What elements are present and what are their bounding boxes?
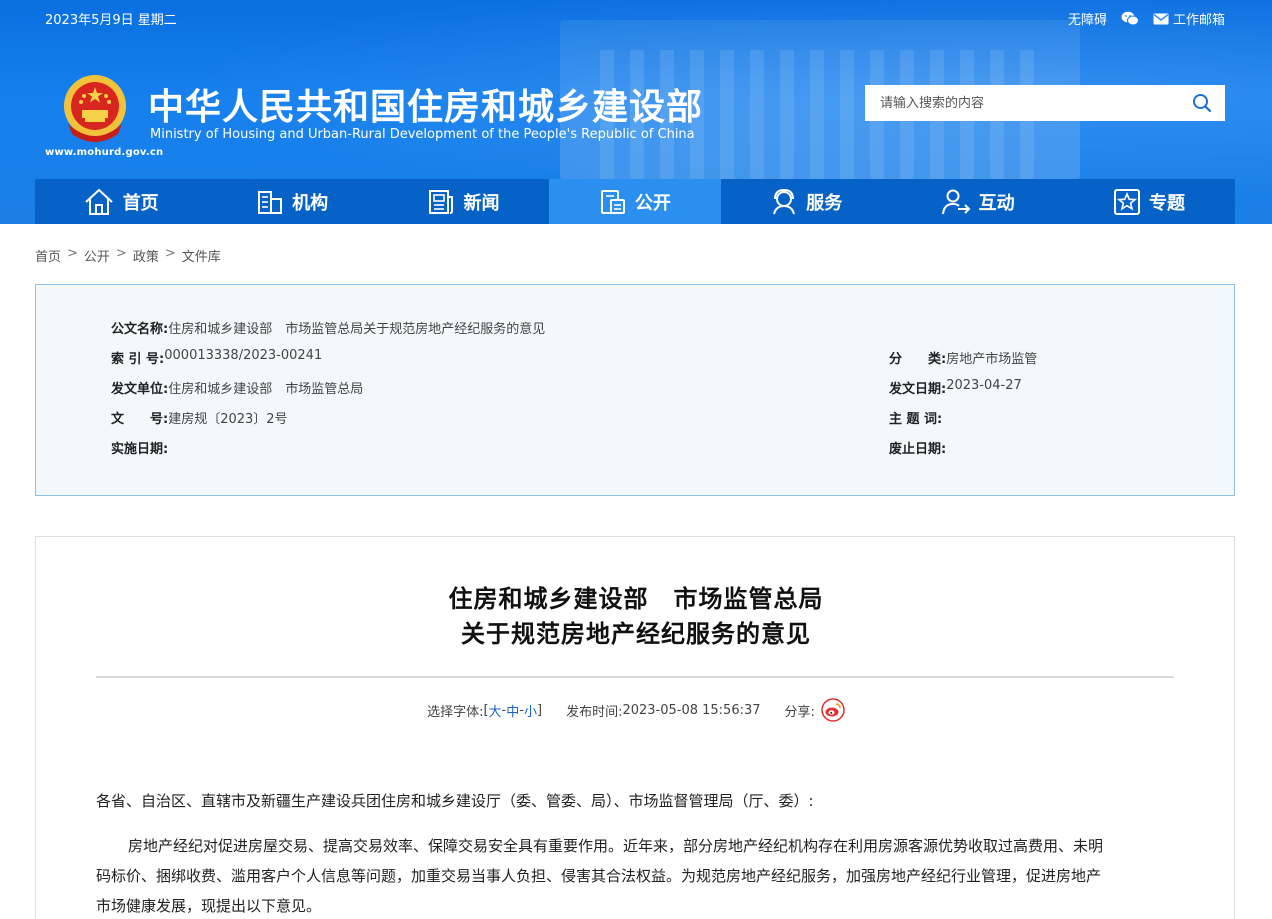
- site-header: 2023年5月9日 星期二 无障碍 工作邮箱 www.mohurd.gov.cn: [0, 0, 1272, 224]
- nav-organization-label: 机构: [292, 192, 329, 214]
- search-input[interactable]: [865, 86, 1179, 120]
- breadcrumb-public[interactable]: 公开: [84, 246, 110, 265]
- nav-special-topics[interactable]: 专题: [1063, 179, 1234, 224]
- wechat-link[interactable]: [1121, 11, 1139, 26]
- info-value: 000013338/2023-00241: [164, 348, 323, 363]
- info-value: 建房规〔2023〕2号: [168, 412, 288, 427]
- nav-public[interactable]: 公开: [549, 179, 721, 224]
- nav-home-label: 首页: [122, 192, 159, 214]
- current-date: 2023年5月9日 星期二: [45, 13, 177, 28]
- info-value: 2023-04-27: [946, 378, 1022, 393]
- breadcrumb-home[interactable]: 首页: [35, 246, 61, 265]
- search-icon: [1193, 94, 1212, 113]
- nav-interaction-label: 互动: [978, 192, 1015, 214]
- nav-organization[interactable]: 机构: [206, 179, 377, 224]
- info-label: 实施日期:: [111, 442, 169, 457]
- breadcrumb-separator: >: [164, 246, 176, 261]
- breadcrumb-file-library[interactable]: 文件库: [182, 246, 221, 265]
- font-size-label: 选择字体:: [427, 704, 484, 720]
- nav-service-label: 服务: [806, 192, 843, 214]
- info-document-name: 公文名称: 住房和城乡建设部 市场监管总局关于规范房地产经纪服务的意见: [111, 318, 545, 337]
- news-icon: [429, 189, 454, 214]
- weibo-share-icon[interactable]: [821, 698, 845, 722]
- star-icon: [1114, 188, 1141, 215]
- info-abolish-date: 废止日期:: [889, 438, 946, 457]
- accessibility-link[interactable]: 无障碍: [1068, 9, 1107, 28]
- nav-interaction[interactable]: 互动: [892, 179, 1063, 224]
- article-paragraph-1-line-1: 房地产经纪对促进房屋交易、提高交易效率、保障交易安全具有重要作用。近年来，部分房…: [128, 837, 1104, 855]
- info-label: 公文名称:: [111, 322, 169, 337]
- publish-time-label: 发布时间:: [566, 704, 623, 720]
- font-bracket-close: ]: [536, 702, 543, 718]
- font-small-button[interactable]: 小: [524, 701, 537, 720]
- nav-public-label: 公开: [634, 192, 671, 214]
- breadcrumb-policy[interactable]: 政策: [133, 246, 159, 265]
- info-category: 分 类: 房地产市场监管: [889, 348, 1037, 367]
- building-icon: [258, 190, 283, 214]
- national-emblem-logo[interactable]: [60, 72, 130, 144]
- font-large-button[interactable]: 大: [489, 701, 502, 720]
- info-label: 索 引 号:: [111, 352, 165, 367]
- article-title-line2: 关于规范房地产经纪服务的意见: [461, 620, 811, 648]
- info-value: 住房和城乡建设部 市场监管总局关于规范房地产经纪服务的意见: [168, 322, 546, 337]
- article-paragraph-1-line-3: 市场健康发展，现提出以下意见。: [96, 897, 322, 915]
- info-index-number: 索 引 号: 000013338/2023-00241: [111, 348, 322, 367]
- info-label: 文 号:: [111, 412, 169, 427]
- main-nav: 首页 机构 新闻 公开 服务 互动 专题: [35, 179, 1235, 224]
- work-email-label: 工作邮箱: [1172, 13, 1225, 28]
- info-label: 发文日期:: [889, 382, 947, 397]
- article-title-line1: 住房和城乡建设部 市场监管总局: [448, 585, 824, 613]
- article-meta: 选择字体: [ 大 - 中 - 小 ] 发布时间: 2023-05-08 15:…: [36, 698, 1236, 722]
- nav-service[interactable]: 服务: [721, 179, 892, 224]
- info-effective-date: 实施日期:: [111, 438, 168, 457]
- site-url: www.mohurd.gov.cn: [45, 147, 164, 158]
- top-links: 无障碍 工作邮箱: [1068, 9, 1225, 28]
- breadcrumb: 首页 > 公开 > 政策 > 文件库: [35, 246, 221, 265]
- document-icon: [600, 189, 625, 214]
- breadcrumb-separator: >: [115, 246, 127, 261]
- info-issue-date: 发文日期: 2023-04-27: [889, 378, 1022, 397]
- mail-icon: [1153, 13, 1169, 24]
- nav-home[interactable]: 首页: [35, 179, 206, 224]
- info-value: 房地产市场监管: [946, 352, 1038, 367]
- info-label: 发文单位:: [111, 382, 169, 397]
- nav-news[interactable]: 新闻: [378, 179, 549, 224]
- breadcrumb-separator: >: [67, 246, 78, 261]
- nav-news-label: 新闻: [463, 192, 500, 214]
- work-email-link[interactable]: 工作邮箱: [1153, 9, 1225, 28]
- info-label: 主 题 词:: [889, 412, 943, 427]
- service-icon: [773, 188, 796, 214]
- publish-time: 2023-05-08 15:56:37: [622, 702, 761, 718]
- site-subtitle-english: Ministry of Housing and Urban-Rural Deve…: [150, 127, 695, 142]
- site-title[interactable]: 中华人民共和国住房和城乡建设部: [148, 78, 703, 130]
- document-info-box: 公文名称: 住房和城乡建设部 市场监管总局关于规范房地产经纪服务的意见 索 引 …: [35, 284, 1235, 496]
- info-subject-words: 主 题 词:: [889, 408, 942, 427]
- interaction-icon: [941, 189, 971, 214]
- wechat-icon: [1121, 11, 1139, 26]
- search-button[interactable]: [1179, 85, 1225, 121]
- article-salutation: 各省、自治区、直辖市及新疆生产建设兵团住房和城乡建设厅（委、管委、局）、市场监督…: [96, 792, 814, 810]
- info-issuer: 发文单位: 住房和城乡建设部 市场监管总局: [111, 378, 363, 397]
- font-medium-button[interactable]: 中: [506, 701, 519, 720]
- title-divider: [96, 676, 1174, 678]
- share-label: 分享:: [784, 704, 815, 720]
- home-icon: [85, 188, 113, 215]
- nav-special-topics-label: 专题: [1149, 192, 1186, 214]
- info-value: 住房和城乡建设部 市场监管总局: [168, 382, 364, 397]
- info-label: 分 类:: [889, 352, 947, 367]
- info-label: 废止日期:: [889, 442, 947, 457]
- article: 住房和城乡建设部 市场监管总局 关于规范房地产经纪服务的意见 选择字体: [ 大…: [35, 536, 1235, 919]
- info-document-number: 文 号: 建房规〔2023〕2号: [111, 408, 288, 427]
- article-paragraph-1-line-2: 码标价、捆绑收费、滥用客户个人信息等问题，加重交易当事人负担、侵害其合法权益。为…: [96, 867, 1102, 885]
- search-box: [865, 85, 1225, 121]
